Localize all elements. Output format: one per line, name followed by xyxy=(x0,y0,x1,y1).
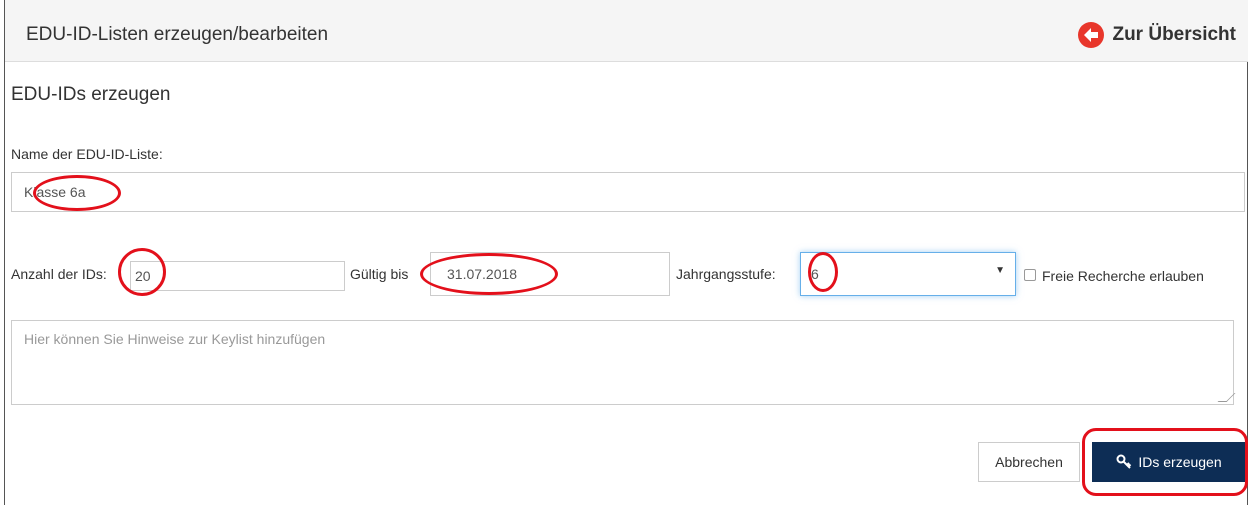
page-header: EDU-ID-Listen erzeugen/bearbeiten Zur Üb… xyxy=(5,0,1248,62)
grade-level-label: Jahrgangsstufe: xyxy=(676,266,776,282)
chevron-down-icon: ▼ xyxy=(995,265,1005,276)
generate-ids-label: IDs erzeugen xyxy=(1138,454,1222,470)
arrow-left-circle-icon xyxy=(1078,22,1105,48)
list-name-label: Name der EDU-ID-Liste: xyxy=(11,146,163,162)
key-icon xyxy=(1116,454,1132,469)
valid-until-input[interactable]: 31.07.2018 xyxy=(430,252,670,296)
notes-placeholder: Hier können Sie Hinweise zur Keylist hin… xyxy=(24,331,326,347)
list-name-input[interactable]: Klasse 6a xyxy=(11,172,1245,212)
page-title: EDU-ID-Listen erzeugen/bearbeiten xyxy=(26,24,329,45)
generate-ids-button[interactable]: IDs erzeugen xyxy=(1092,442,1246,482)
valid-until-value: 31.07.2018 xyxy=(447,266,518,282)
free-research-checkbox[interactable] xyxy=(1024,269,1036,281)
overview-link-label: Zur Übersicht xyxy=(1112,24,1236,45)
cancel-button-label: Abbrechen xyxy=(995,454,1063,470)
grade-level-select[interactable]: 6 ▼ xyxy=(800,252,1016,296)
id-count-input[interactable]: 20 xyxy=(130,261,345,291)
notes-textarea[interactable]: Hier können Sie Hinweise zur Keylist hin… xyxy=(11,320,1236,405)
free-research-label[interactable]: Freie Recherche erlauben xyxy=(1042,268,1204,284)
back-to-overview-link[interactable]: Zur Übersicht xyxy=(1078,22,1236,48)
id-count-value: 20 xyxy=(135,268,151,284)
id-count-label: Anzahl der IDs: xyxy=(11,266,107,282)
section-title: EDU-IDs erzeugen xyxy=(11,84,171,105)
list-name-value: Klasse 6a xyxy=(24,184,86,200)
resize-grip-icon[interactable] xyxy=(1217,393,1236,402)
valid-until-label: Gültig bis xyxy=(350,266,409,282)
grade-level-value: 6 xyxy=(811,266,819,282)
cancel-button[interactable]: Abbrechen xyxy=(978,442,1080,482)
